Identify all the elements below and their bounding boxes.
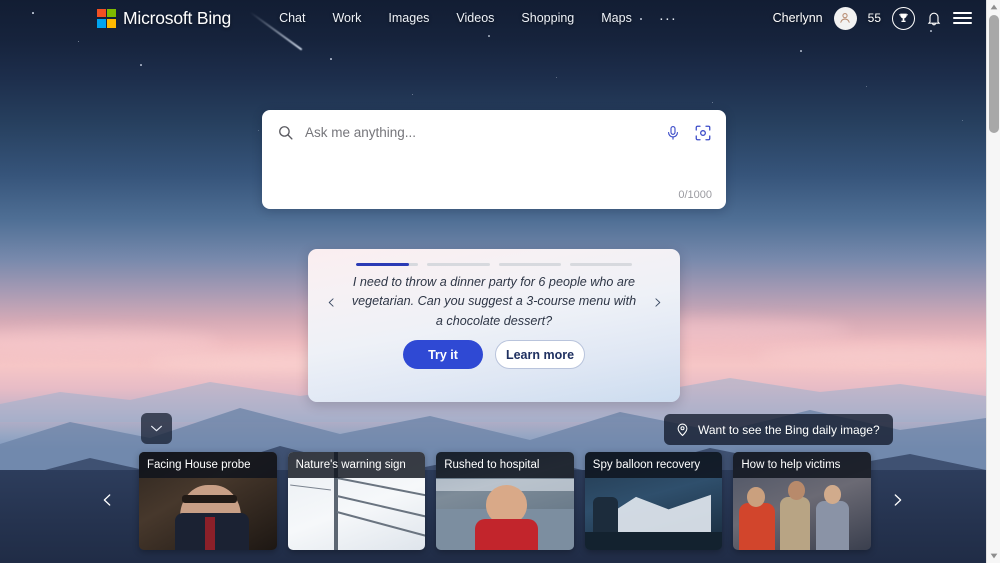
magnifier-icon — [277, 124, 294, 141]
microsoft-squares-logo — [97, 8, 116, 28]
progress-bar-1[interactable] — [356, 263, 419, 267]
brand-name: Microsoft Bing — [123, 7, 232, 28]
collapse-feed-button[interactable] — [141, 413, 172, 444]
account-area: Cherlynn 55 — [772, 6, 972, 30]
daily-image-label: Want to see the Bing daily image? — [698, 422, 880, 437]
progress-bar-2[interactable] — [427, 263, 490, 267]
bing-daily-image-button[interactable]: Want to see the Bing daily image? — [664, 414, 893, 445]
scrollbar-thumb[interactable] — [989, 15, 999, 133]
suggestion-card: I need to throw a dinner party for 6 peo… — [308, 249, 680, 402]
visual-search-camera-icon[interactable] — [694, 124, 712, 142]
search-input[interactable] — [305, 125, 665, 140]
user-name: Cherlynn — [772, 11, 823, 25]
info-pin-icon — [675, 422, 690, 437]
suggestion-prompt-text: I need to throw a dinner party for 6 peo… — [351, 274, 637, 329]
news-card-title: How to help victims — [733, 452, 871, 478]
news-carousel: Facing House probe Nature's warning sign… — [139, 452, 871, 550]
news-card-title: Nature's warning sign — [287, 452, 426, 478]
news-card-title: Spy balloon recovery — [584, 452, 723, 478]
person-avatar-icon[interactable] — [833, 6, 857, 30]
bing-logo[interactable]: Microsoft Bing — [97, 8, 231, 29]
news-card[interactable]: Spy balloon recovery — [584, 452, 723, 550]
carousel-next-button[interactable] — [880, 481, 914, 519]
top-navigation-bar: Microsoft Bing Chat Work Images Videos S… — [0, 0, 986, 36]
nav-item-chat[interactable]: Chat — [279, 11, 305, 25]
vertical-scrollbar[interactable] — [986, 0, 1000, 563]
scroll-up-arrow-icon[interactable] — [987, 0, 1000, 14]
hamburger-menu-icon[interactable] — [953, 11, 972, 25]
carousel-prev-button[interactable] — [90, 481, 124, 519]
chevron-down-icon — [150, 424, 163, 433]
carousel-progress-bars — [308, 249, 680, 267]
microphone-icon[interactable] — [665, 124, 681, 142]
news-card[interactable]: How to help victims — [733, 452, 871, 550]
news-card-title: Rushed to hospital — [436, 452, 574, 478]
nav-more-icon[interactable]: ··· — [659, 10, 677, 27]
try-it-button[interactable]: Try it — [403, 340, 483, 370]
scroll-down-arrow-icon[interactable] — [987, 549, 1000, 563]
news-card[interactable]: Facing House probe — [139, 452, 277, 550]
search-box: 0/1000 — [262, 110, 726, 209]
bell-icon[interactable] — [926, 10, 942, 27]
nav-item-maps[interactable]: Maps — [601, 11, 632, 25]
nav-item-images[interactable]: Images — [388, 11, 429, 25]
learn-more-button[interactable]: Learn more — [495, 340, 585, 370]
nav-item-videos[interactable]: Videos — [456, 11, 494, 25]
news-card-title: Facing House probe — [139, 452, 277, 478]
news-card[interactable]: Rushed to hospital — [436, 452, 574, 550]
progress-bar-3[interactable] — [498, 263, 561, 267]
character-counter: 0/1000 — [678, 189, 712, 201]
trophy-icon[interactable] — [892, 6, 915, 30]
nav-item-work[interactable]: Work — [332, 11, 361, 25]
rewards-points: 55 — [867, 11, 881, 25]
news-card[interactable]: Nature's warning sign — [287, 452, 426, 550]
suggestion-prev-button[interactable] — [316, 294, 346, 311]
nav-item-shopping[interactable]: Shopping — [521, 11, 574, 25]
progress-bar-4[interactable] — [569, 263, 632, 267]
nav-links: Chat Work Images Videos Shopping Maps ··… — [279, 10, 677, 27]
suggestion-next-button[interactable] — [642, 294, 672, 311]
